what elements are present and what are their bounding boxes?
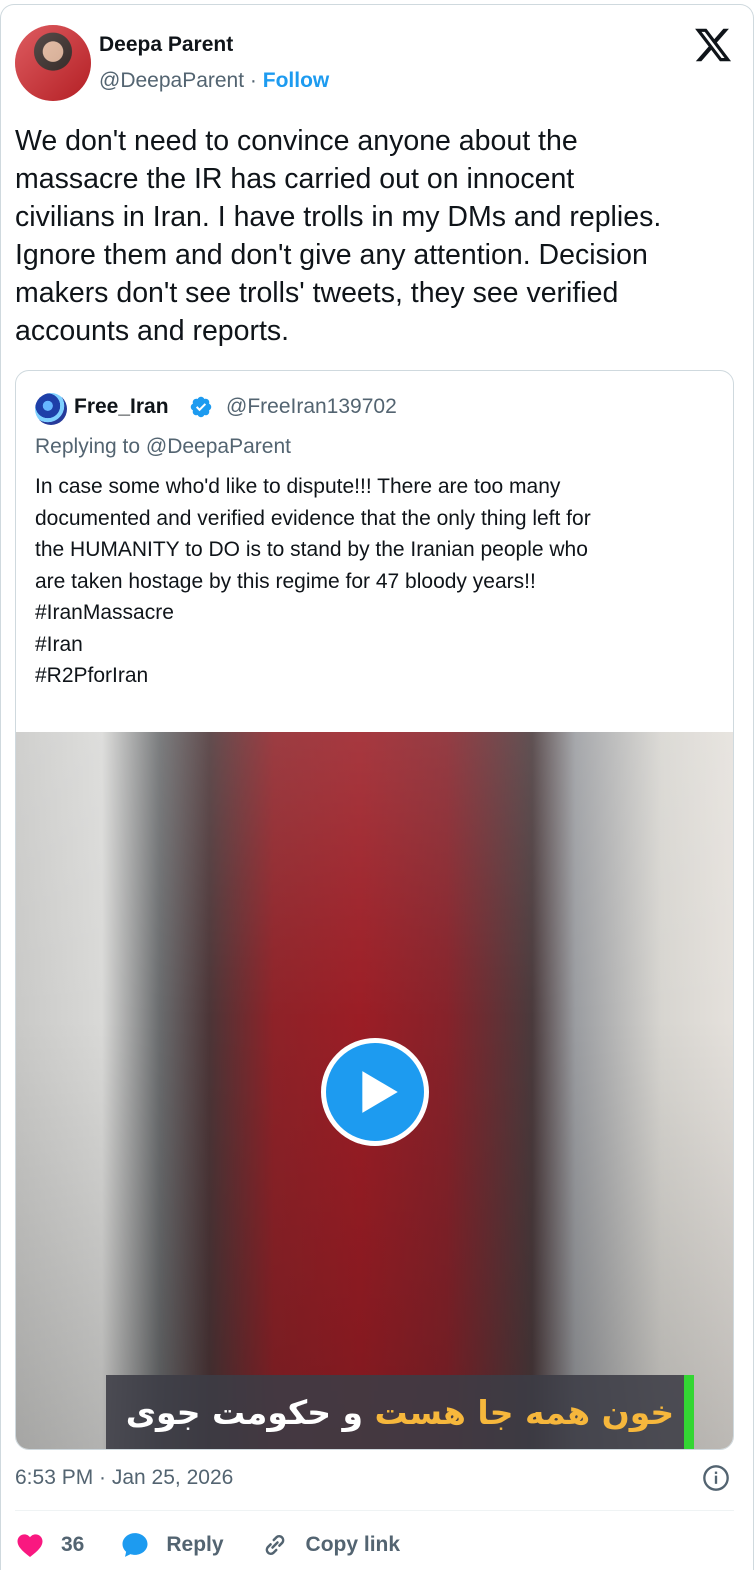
like-button[interactable]: 36	[15, 1530, 84, 1560]
reply-label: Reply	[166, 1533, 224, 1556]
tweet-line: makers don't see trolls' tweets, they se…	[15, 277, 619, 309]
author-name[interactable]: Deepa Parent	[99, 33, 233, 57]
tweet-line: massacre the IR has carried out on innoc…	[15, 163, 575, 195]
quoted-line: documented and verified evidence that th…	[35, 506, 591, 530]
play-button[interactable]	[321, 1038, 429, 1146]
quoted-author-name[interactable]: Free_Iran	[74, 395, 169, 419]
separator-dot: ·	[249, 69, 257, 92]
video-caption-highlight: خون همه جا هست	[374, 1393, 675, 1432]
replying-to[interactable]: Replying to @DeepaParent	[35, 435, 291, 459]
video-player[interactable]: خون همه جا هست و حکومت جوی خون	[16, 732, 733, 1449]
quoted-line: are taken hostage by this regime for 47 …	[35, 569, 536, 593]
tweet-text: We don't need to convince anyone about t…	[15, 122, 730, 350]
tweet-line: accounts and reports.	[15, 315, 290, 347]
quoted-line: the HUMANITY to DO is to stand by the Ir…	[35, 538, 588, 561]
play-icon	[362, 1071, 398, 1113]
quoted-tweet[interactable]: Free_Iran @FreeIran139702 Replying to @D…	[15, 370, 734, 1450]
like-count: 36	[61, 1533, 85, 1556]
author-handle-row: @DeepaParent · Follow	[99, 69, 329, 93]
caption-accent-bar	[684, 1375, 694, 1449]
copy-link-label: Copy link	[305, 1533, 401, 1556]
divider	[15, 1510, 734, 1511]
tweet-line: We don't need to convince anyone about t…	[15, 125, 578, 157]
quoted-line: In case some who'd like to dispute!!! Th…	[35, 475, 561, 498]
author-handle[interactable]: @DeepaParent	[99, 69, 244, 92]
info-icon[interactable]	[702, 1464, 730, 1492]
video-caption: خون همه جا هست و حکومت جوی خون	[106, 1375, 694, 1449]
tweet-timestamp[interactable]: 6:53 PM · Jan 25, 2026	[15, 1466, 233, 1490]
author-avatar[interactable]	[15, 25, 91, 101]
reply-button[interactable]: Reply	[120, 1530, 224, 1560]
heart-icon	[17, 1534, 43, 1557]
action-bar: 36 Reply Copy link	[15, 1528, 436, 1562]
copy-link-button[interactable]: Copy link	[260, 1530, 401, 1560]
speech-bubble-icon	[122, 1533, 148, 1557]
verified-badge-icon	[190, 396, 212, 418]
hashtag-link[interactable]: #Iran	[35, 629, 715, 661]
quoted-avatar[interactable]	[35, 393, 67, 425]
follow-button[interactable]: Follow	[263, 69, 330, 92]
x-logo-icon[interactable]	[693, 25, 733, 65]
tweet-line: civilians in Iran. I have trolls in my D…	[15, 201, 662, 233]
hashtag-link[interactable]: #IranMassacre	[35, 597, 715, 629]
quoted-text: In case some who'd like to dispute!!! Th…	[35, 471, 715, 692]
tweet-line: Ignore them and don't give any attention…	[15, 239, 648, 271]
quoted-author-handle[interactable]: @FreeIran139702	[226, 395, 397, 419]
hashtag-link[interactable]: #R2PforIran	[35, 660, 715, 692]
link-icon	[265, 1535, 284, 1555]
